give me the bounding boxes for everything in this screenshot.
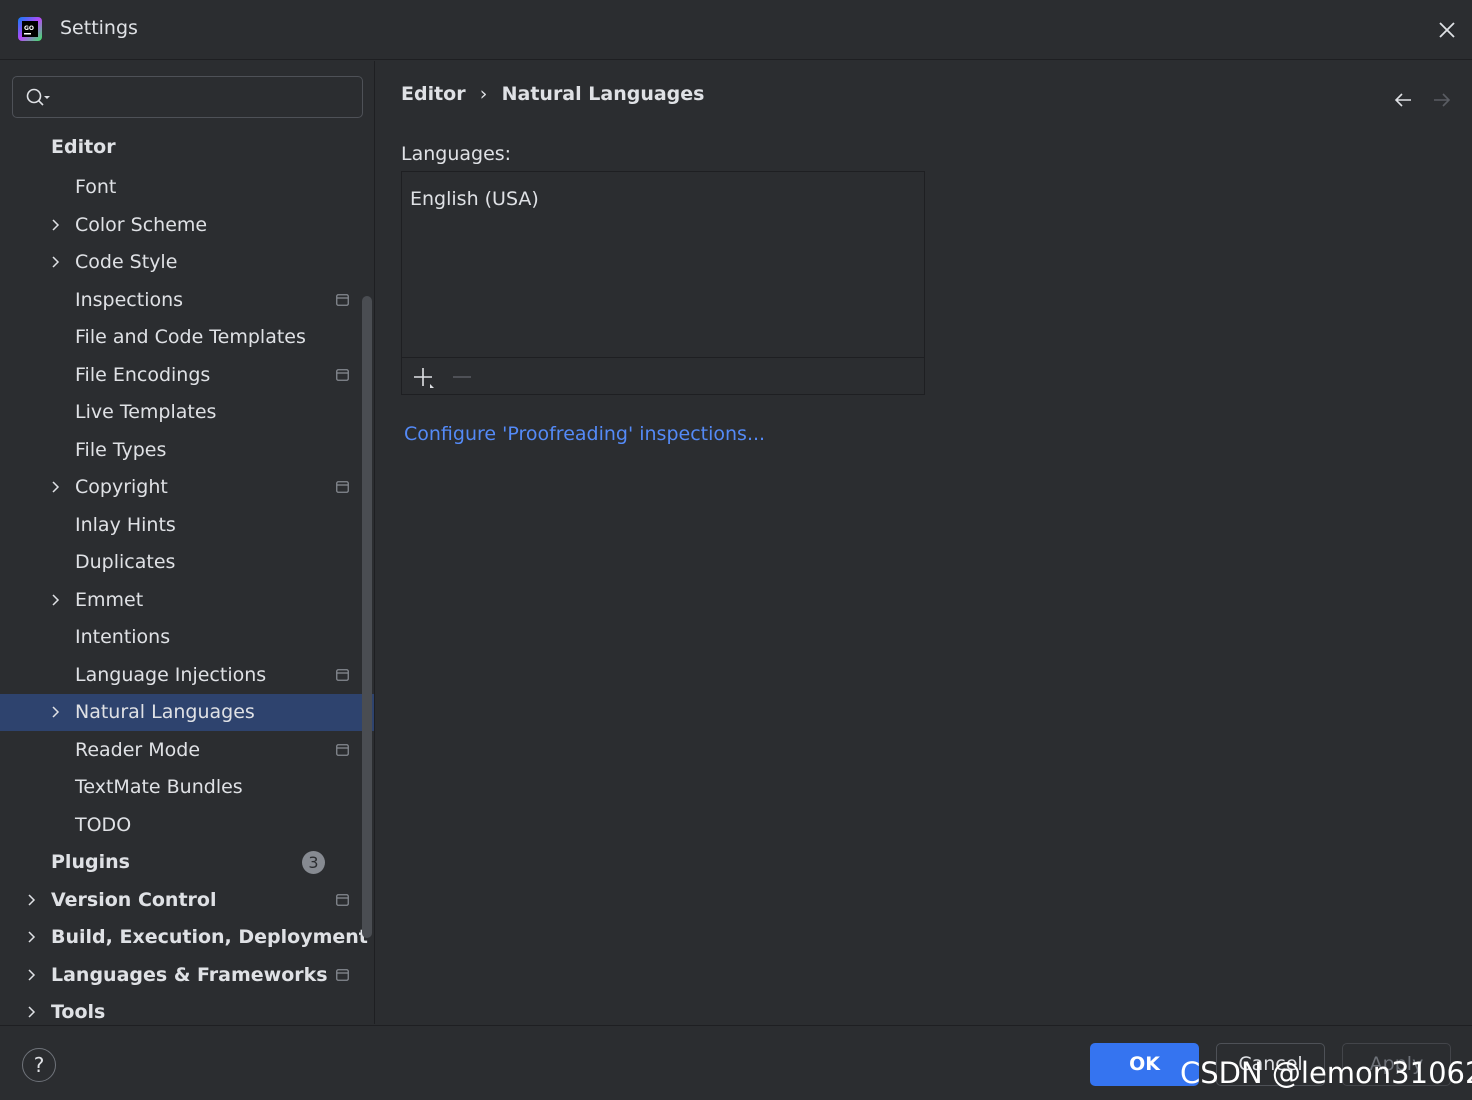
chevron-right-icon[interactable]: [49, 218, 63, 232]
sidebar-item-inlay-hints[interactable]: Inlay Hints: [0, 507, 374, 544]
sidebar-item-label: Editor: [51, 136, 116, 158]
sidebar-scrollbar[interactable]: [362, 296, 372, 938]
sidebar-item-copyright[interactable]: Copyright: [0, 469, 374, 506]
sidebar-item-tools[interactable]: Tools: [0, 994, 374, 1024]
chevron-right-icon[interactable]: [49, 705, 63, 719]
help-button[interactable]: ?: [22, 1048, 56, 1082]
search-box[interactable]: [12, 76, 363, 118]
chevron-right-icon[interactable]: [49, 593, 63, 607]
sidebar-item-label: Inlay Hints: [75, 514, 176, 536]
sidebar-item-reader-mode[interactable]: Reader Mode: [0, 732, 374, 769]
chevron-right-icon[interactable]: [25, 930, 39, 944]
sidebar-item-intentions[interactable]: Intentions: [0, 619, 374, 656]
svg-text:GO: GO: [24, 25, 34, 32]
languages-list[interactable]: English (USA): [401, 171, 925, 395]
sidebar-item-label: Inspections: [75, 289, 184, 311]
plugins-update-badge: 3: [302, 851, 325, 874]
settings-content: Editor › Natural Languages Languages: Engl…: [376, 61, 1472, 1024]
remove-icon[interactable]: [450, 366, 474, 390]
window-title: Settings: [60, 17, 138, 39]
search-input[interactable]: [59, 83, 354, 111]
chevron-right-icon[interactable]: [25, 1005, 39, 1019]
sidebar-item-inspections[interactable]: Inspections: [0, 282, 374, 319]
search-icon: [26, 88, 50, 106]
sidebar-item-label: Font: [75, 176, 117, 198]
title-bar: GO Settings: [0, 0, 1472, 60]
sidebar-item-code-style[interactable]: Code Style: [0, 244, 374, 281]
sidebar-item-todo[interactable]: TODO: [0, 807, 374, 844]
chevron-right-icon[interactable]: [25, 893, 39, 907]
project-level-icon: [336, 669, 349, 681]
breadcrumb-separator: ›: [479, 83, 488, 105]
sidebar-item-label: Plugins: [51, 851, 130, 873]
languages-label: Languages:: [401, 143, 512, 165]
chevron-right-icon[interactable]: [25, 968, 39, 982]
sidebar-item-label: Intentions: [75, 626, 171, 648]
back-arrow-icon[interactable]: [1392, 89, 1414, 111]
sidebar-item-label: TODO: [75, 814, 132, 836]
list-item[interactable]: English (USA): [410, 188, 539, 210]
watermark: CSDN @lemon310624: [1180, 1056, 1472, 1090]
breadcrumb-current: Natural Languages: [501, 83, 705, 105]
sidebar-item-label: File Encodings: [75, 364, 211, 386]
sidebar-item-label: Copyright: [75, 476, 168, 498]
sidebar-item-color-scheme[interactable]: Color Scheme: [0, 207, 374, 244]
sidebar-item-label: Tools: [51, 1001, 106, 1023]
project-level-icon: [336, 744, 349, 756]
sidebar-item-label: File Types: [75, 439, 167, 461]
sidebar-item-label: Color Scheme: [75, 214, 208, 236]
sidebar-item-duplicates[interactable]: Duplicates: [0, 544, 374, 581]
breadcrumb-parent[interactable]: Editor: [401, 83, 466, 105]
sidebar-item-label: Languages & Frameworks: [51, 964, 328, 986]
settings-sidebar: Editor Font Color Scheme Code Style Insp…: [0, 61, 375, 1024]
sidebar-item-file-types[interactable]: File Types: [0, 432, 374, 469]
chevron-right-icon[interactable]: [49, 255, 63, 269]
sidebar-item-editor[interactable]: Editor: [0, 129, 374, 166]
sidebar-item-label: Language Injections: [75, 664, 267, 686]
sidebar-item-label: Reader Mode: [75, 739, 201, 761]
sidebar-item-label: TextMate Bundles: [75, 776, 243, 798]
forward-arrow-icon[interactable]: [1431, 89, 1453, 111]
project-level-icon: [336, 294, 349, 306]
sidebar-item-languages-frameworks[interactable]: Languages & Frameworks: [0, 957, 374, 994]
sidebar-item-label: Live Templates: [75, 401, 217, 423]
sidebar-item-natural-languages[interactable]: Natural Languages: [0, 694, 374, 731]
list-toolbar: [402, 357, 924, 394]
project-level-icon: [336, 481, 349, 493]
sidebar-item-label: Emmet: [75, 589, 144, 611]
sidebar-item-label: Version Control: [51, 889, 217, 911]
sidebar-item-label: Duplicates: [75, 551, 176, 573]
sidebar-item-label: Natural Languages: [75, 701, 255, 723]
project-level-icon: [336, 369, 349, 381]
sidebar-item-version-control[interactable]: Version Control: [0, 882, 374, 919]
configure-proofreading-link[interactable]: Configure 'Proofreading' inspections...: [404, 423, 765, 445]
sidebar-item-plugins[interactable]: Plugins 3: [0, 844, 374, 881]
sidebar-item-emmet[interactable]: Emmet: [0, 582, 374, 619]
add-icon[interactable]: [411, 366, 435, 390]
sidebar-item-file-and-code-templates[interactable]: File and Code Templates: [0, 319, 374, 356]
dialog-footer: ? OK Cancel Apply CSDN @lemon310624: [0, 1025, 1472, 1100]
goland-app-icon: GO: [18, 17, 42, 41]
sidebar-item-file-encodings[interactable]: File Encodings: [0, 357, 374, 394]
sidebar-item-font[interactable]: Font: [0, 169, 374, 206]
sidebar-item-textmate-bundles[interactable]: TextMate Bundles: [0, 769, 374, 806]
sidebar-item-live-templates[interactable]: Live Templates: [0, 394, 374, 431]
sidebar-item-build-execution-deployment[interactable]: Build, Execution, Deployment: [0, 919, 374, 956]
sidebar-item-language-injections[interactable]: Language Injections: [0, 657, 374, 694]
project-level-icon: [336, 969, 349, 981]
close-icon[interactable]: [1435, 18, 1459, 42]
project-level-icon: [336, 894, 349, 906]
breadcrumb: Editor › Natural Languages: [401, 83, 704, 105]
sidebar-item-label: Build, Execution, Deployment: [51, 926, 368, 948]
chevron-right-icon[interactable]: [49, 480, 63, 494]
sidebar-item-label: Code Style: [75, 251, 178, 273]
sidebar-item-label: File and Code Templates: [75, 326, 306, 348]
